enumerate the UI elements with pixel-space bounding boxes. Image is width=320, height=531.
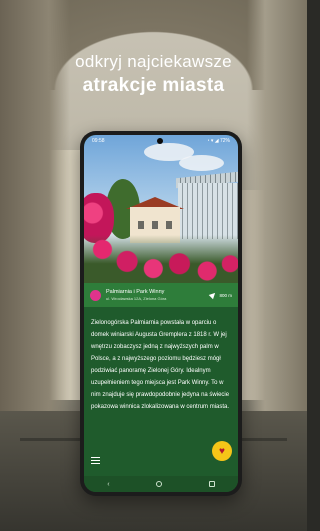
headline-line-1: odkryj najciekawsze: [75, 52, 232, 71]
place-info: Palmiarnia i Park Winny ul. Wrocławska 1…: [106, 289, 210, 301]
place-photo: [84, 135, 238, 283]
place-description: Zielonogórska Palmiarnia powstała w opar…: [91, 320, 230, 410]
palm-house-glass: [178, 183, 238, 239]
place-distance: 800 m: [219, 292, 232, 298]
hamburger-icon[interactable]: [91, 457, 100, 464]
front-camera: [157, 138, 163, 144]
location-pin-icon: [90, 289, 101, 301]
house-window: [166, 221, 172, 229]
status-time: 09:58: [92, 138, 105, 144]
app-screen: 09:58 ◔ ▾ ◢ 72% Palmiarnia i Park Winny: [84, 135, 238, 492]
system-navbar: ‹: [84, 476, 238, 492]
photo-flowerbed: [84, 235, 238, 283]
heart-icon: ♥: [219, 445, 225, 457]
home-icon[interactable]: [156, 481, 163, 487]
status-indicators: ◔ ▾ ◢ 72%: [206, 138, 230, 144]
place-name: Palmiarnia i Park Winny: [106, 289, 165, 295]
back-icon[interactable]: ‹: [107, 481, 109, 488]
favorite-button[interactable]: ♥: [212, 441, 232, 461]
photo-cloud: [179, 155, 224, 171]
phone-mockup: 09:58 ◔ ▾ ◢ 72% Palmiarnia i Park Winny: [80, 131, 242, 496]
headline-line-2: atrakcje miasta: [82, 75, 225, 96]
place-address: ul. Wrocławska 12A, Zielona Góra: [106, 296, 167, 301]
promo-headline: odkryj najciekawsze atrakcje miasta: [0, 52, 307, 97]
place-header[interactable]: Palmiarnia i Park Winny ul. Wrocławska 1…: [84, 283, 238, 307]
navigation-arrow-icon: [209, 290, 218, 300]
recent-apps-icon[interactable]: [208, 481, 215, 487]
navigate-button[interactable]: 800 m: [209, 290, 232, 300]
house-window: [152, 221, 158, 229]
house-window: [138, 221, 144, 229]
